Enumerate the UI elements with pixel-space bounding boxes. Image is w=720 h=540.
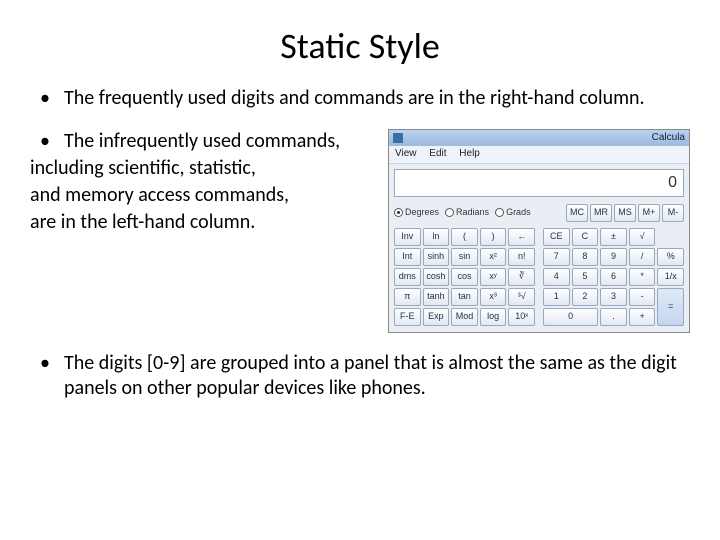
calc-btn-4[interactable]: 4 (543, 268, 570, 286)
calc-app-icon (393, 133, 403, 143)
calc-btn-5[interactable]: 5 (572, 268, 599, 286)
calc-btn-n[interactable]: n! (508, 248, 535, 266)
calc-btn-x[interactable]: x² (480, 248, 507, 266)
calc-btn-sin[interactable]: sin (451, 248, 478, 266)
calc-btn-1[interactable]: 1 (543, 288, 570, 306)
calc-btn-c[interactable]: C (572, 228, 599, 246)
calc-btn-7[interactable]: 7 (543, 248, 570, 266)
calc-btn-6[interactable]: 6 (600, 268, 627, 286)
calc-mode-row: Degrees Radians Grads MC MR MS M+ M- (389, 202, 689, 224)
bullet-list-2: The digits [0-9] are grouped into a pane… (30, 351, 690, 401)
bullet-1: The frequently used digits and commands … (30, 86, 690, 111)
mode-grads[interactable]: Grads (495, 207, 531, 218)
calc-btn-3[interactable]: 3 (600, 288, 627, 306)
slide-title: Static Style (30, 24, 690, 68)
calc-btn-x[interactable]: xʸ (480, 268, 507, 286)
calc-btn-[interactable]: / (629, 248, 656, 266)
bullet-3: The digits [0-9] are grouped into a pane… (30, 351, 690, 401)
calc-btn-[interactable]: π (394, 288, 421, 306)
calc-btn-[interactable]: % (657, 248, 684, 266)
calc-btn-int[interactable]: Int (394, 248, 421, 266)
calc-btn-log[interactable]: log (480, 308, 507, 326)
calc-btn-[interactable]: ) (480, 228, 507, 246)
calc-btn-tan[interactable]: tan (451, 288, 478, 306)
mode-degrees[interactable]: Degrees (394, 207, 439, 218)
slide: Static Style The frequently used digits … (0, 0, 720, 540)
calc-btn-tanh[interactable]: tanh (423, 288, 450, 306)
menu-view[interactable]: View (395, 148, 417, 159)
calc-titlebar: Calcula (389, 130, 689, 146)
bullet-2-line4: are in the left-hand column. (30, 210, 374, 235)
btn-mminus[interactable]: M- (662, 204, 684, 222)
calc-btn-2[interactable]: 2 (572, 288, 599, 306)
calc-btn-ln[interactable]: ln (423, 228, 450, 246)
calc-btn-exp[interactable]: Exp (423, 308, 450, 326)
calc-btn-[interactable]: ∛ (508, 268, 535, 286)
mid-row: The infrequently used commands, includin… (30, 129, 690, 333)
calc-btn-[interactable]: + (629, 308, 656, 326)
calc-btn-[interactable]: * (629, 268, 656, 286)
menu-edit[interactable]: Edit (429, 148, 446, 159)
calc-btn-x[interactable]: x³ (480, 288, 507, 306)
calc-button-grid: Invln()← CEC±√ Intsinhsinx²n! 789/% dmscoshc… (389, 224, 689, 332)
btn-mc[interactable]: MC (566, 204, 588, 222)
calc-btn-[interactable]: √ (629, 228, 656, 246)
calc-btn-9[interactable]: 9 (600, 248, 627, 266)
btn-mplus[interactable]: M+ (638, 204, 660, 222)
calc-btn-10[interactable]: 10ˣ (508, 308, 535, 326)
calc-btn-[interactable]: . (600, 308, 627, 326)
bullet-list: The frequently used digits and commands … (30, 86, 690, 111)
calc-btn-ce[interactable]: CE (543, 228, 570, 246)
calc-btn-[interactable]: ³√ (508, 288, 535, 306)
calc-btn-[interactable]: ← (508, 228, 535, 246)
calc-btn-[interactable]: - (629, 288, 656, 306)
calc-btn-[interactable]: ± (600, 228, 627, 246)
calc-btn-[interactable]: = (657, 288, 684, 326)
calc-menubar: View Edit Help (389, 146, 689, 164)
calc-btn-[interactable]: ( (451, 228, 478, 246)
calc-btn-mod[interactable]: Mod (451, 308, 478, 326)
calc-btn-cos[interactable]: cos (451, 268, 478, 286)
bullet-2-line2: including scientific, statistic, (30, 156, 374, 181)
calc-btn-cosh[interactable]: cosh (423, 268, 450, 286)
calc-btn-sinh[interactable]: sinh (423, 248, 450, 266)
menu-help[interactable]: Help (459, 148, 480, 159)
bullet-2-line1: The infrequently used commands, (30, 129, 374, 154)
calc-btn-1x[interactable]: 1/x (657, 268, 684, 286)
mode-radians[interactable]: Radians (445, 207, 489, 218)
calc-mem-buttons: MC MR MS M+ M- (566, 204, 684, 222)
btn-ms[interactable]: MS (614, 204, 636, 222)
bullet-2-line3: and memory access commands, (30, 183, 374, 208)
calc-btn-inv[interactable]: Inv (394, 228, 421, 246)
calc-btn-fe[interactable]: F-E (394, 308, 421, 326)
slide-body: The frequently used digits and commands … (30, 86, 690, 401)
calc-btn-8[interactable]: 8 (572, 248, 599, 266)
calc-display: 0 (394, 169, 684, 197)
btn-mr[interactable]: MR (590, 204, 612, 222)
calc-title: Calcula (652, 132, 685, 145)
calculator-screenshot: Calcula View Edit Help 0 Degrees Radians… (388, 129, 690, 333)
calc-btn-dms[interactable]: dms (394, 268, 421, 286)
calc-btn-0[interactable]: 0 (543, 308, 598, 326)
bullet-2-block: The infrequently used commands, includin… (30, 129, 374, 235)
